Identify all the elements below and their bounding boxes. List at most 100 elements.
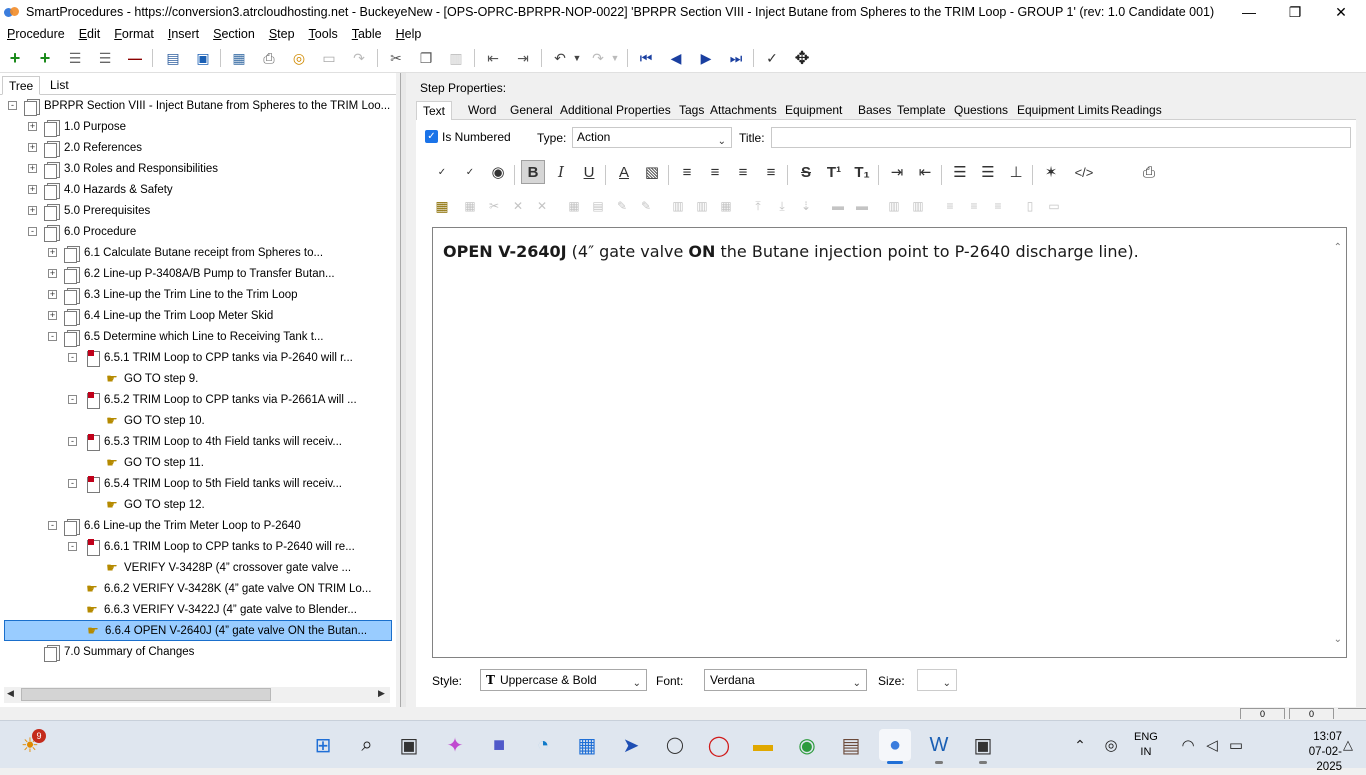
previous-step-icon[interactable]: ◀ [666,48,686,68]
collapse-icon[interactable]: - [28,227,37,236]
tree-item[interactable]: ☛ GO TO step 10. [4,410,384,431]
copy-icon[interactable]: ❐ [416,48,436,68]
tree-item[interactable]: - 6.6.1 TRIM Loop to CPP tanks to P-2640 … [4,536,384,557]
subscript-button[interactable]: T₁ [850,160,874,184]
align-center-icon[interactable]: ≡ [703,160,727,184]
insert-table-icon[interactable]: ▦ [430,194,454,218]
tree-item[interactable]: +1.0 Purpose [4,116,384,137]
open-icon[interactable]: ▤ [163,48,183,68]
menu-procedure[interactable]: Procedure [0,27,72,41]
font-color-icon[interactable]: A [612,160,636,184]
tab-equipment[interactable]: Equipment [779,101,848,121]
chevron-up-icon[interactable]: ⌃ [1064,729,1096,761]
redo-dropdown-icon[interactable]: ▼ [605,48,625,68]
delete-step-icon[interactable]: — [125,48,145,68]
magic-wand-icon[interactable]: ✶ [1039,160,1063,184]
tab-attachments[interactable]: Attachments [704,101,783,121]
minimize-button[interactable]: — [1226,0,1272,24]
expand-icon[interactable]: + [28,122,37,131]
procedure-tree[interactable]: - BPRPR Section VIII - Inject Butane from… [4,95,394,689]
tab-equipment-limits[interactable]: Equipment Limits [1011,101,1115,121]
scrollbar-thumb[interactable] [21,688,271,701]
tree-item[interactable]: - BPRPR Section VIII - Inject Butane from… [4,95,390,116]
collapse-icon[interactable]: - [68,395,77,404]
style-select[interactable]: T Uppercase & Bold ⌄ [480,669,647,691]
underline-button[interactable]: U [577,160,601,184]
chrome-icon[interactable]: ◉ [791,729,823,761]
network-status-icon[interactable]: ◎ [1095,729,1127,761]
first-step-icon[interactable]: ⏮ [636,48,656,68]
outdent-list-icon[interactable]: ☰ [65,48,85,68]
numbered-list-icon[interactable]: ☰ [976,160,1000,184]
tree-item[interactable]: 7.0 Summary of Changes [4,641,384,662]
superscript-button[interactable]: T¹ [822,160,846,184]
tree-item[interactable]: +5.0 Prerequisites [4,200,384,221]
tree-item[interactable]: +3.0 Roles and Responsibilities [4,158,384,179]
collapse-icon[interactable]: - [68,479,77,488]
decrease-indent-icon[interactable]: ⇤ [913,160,937,184]
word-icon[interactable]: W [923,729,955,764]
tree-item[interactable]: ☛ GO TO step 12. [4,494,384,515]
app-arrow-icon[interactable]: ➤ [615,729,647,761]
tree-item[interactable]: +6.4 Line-up the Trim Loop Meter Skid [4,305,384,326]
smartprocedures-taskbar-icon[interactable]: ● [879,729,911,764]
tree-item[interactable]: ☛ 6.6.2 VERIFY V-3428K (4” gate valve ON … [4,578,384,599]
collapse-icon[interactable]: - [8,101,17,110]
app-tool-icon[interactable]: ▤ [835,729,867,761]
collapse-icon[interactable]: - [48,332,57,341]
tree-item-selected[interactable]: ☛ 6.6.4 OPEN V-2640J (4” gate valve ON th… [4,620,392,641]
tab-tree[interactable]: Tree [2,76,41,95]
align-justify-icon[interactable]: ≡ [759,160,783,184]
preview-icon[interactable]: ▦ [229,48,249,68]
move-right-icon[interactable]: ⇥ [513,48,533,68]
bullet-list-icon[interactable]: ☰ [948,160,972,184]
font-select[interactable]: Verdana ⌄ [704,669,867,691]
step-text-content[interactable]: OPEN V-2640J (4″ gate valve ON the Butan… [443,242,1139,261]
fill-color-icon[interactable]: ▧ [640,160,664,184]
collapse-icon[interactable]: - [68,353,77,362]
increase-indent-icon[interactable]: ⇥ [885,160,909,184]
expand-icon[interactable]: + [48,248,57,257]
collapse-icon[interactable]: - [68,437,77,446]
tab-word[interactable]: Word [462,101,502,121]
expand-icon[interactable]: + [48,269,57,278]
battery-icon[interactable]: ▭ [1220,729,1252,761]
expand-icon[interactable]: + [28,206,37,215]
strikethrough-button[interactable]: S [794,160,818,184]
add-substep-icon[interactable]: + [35,48,55,68]
add-step-icon[interactable]: + [5,48,25,68]
remote-app-icon[interactable]: ▣ [967,729,999,764]
spellcheck-options-icon[interactable]: ✓ [458,160,482,184]
edge-icon[interactable]: ◔ [527,729,559,761]
print-preview-icon[interactable]: ⎙ [1137,160,1161,184]
search-icon[interactable]: ⌕ [351,729,383,761]
redo-page-icon[interactable]: ↷ [349,48,369,68]
print-icon[interactable]: ⎙ [259,48,279,68]
type-select[interactable]: Action ⌄ [572,127,732,148]
tree-item[interactable]: ☛ 6.6.3 VERIFY V-3422J (4” gate valve to … [4,599,384,620]
expand-icon[interactable]: + [28,185,37,194]
align-right-icon[interactable]: ≡ [731,160,755,184]
cut-icon[interactable]: ✂ [386,48,406,68]
tab-text[interactable]: Text [416,101,453,121]
menu-tools[interactable]: Tools [302,27,345,41]
store-icon[interactable]: ▦ [571,729,603,761]
language-indicator[interactable]: ENG IN [1134,730,1158,760]
menu-format[interactable]: Format [107,27,161,41]
italic-button[interactable]: I [549,160,573,184]
tree-item[interactable]: +6.1 Calculate Butane receipt from Spher… [4,242,384,263]
copilot-icon[interactable]: ✦ [439,729,471,761]
last-step-icon[interactable]: ⏭ [726,48,746,68]
is-numbered-checkbox[interactable]: ✓ [425,130,438,143]
collapse-icon[interactable]: - [48,521,57,530]
window-icon[interactable]: ▭ [319,48,339,68]
expand-icon[interactable]: + [28,164,37,173]
expand-icon[interactable]: + [48,290,57,299]
move-left-icon[interactable]: ⇤ [483,48,503,68]
tab-general[interactable]: General [504,101,559,121]
menu-insert[interactable]: Insert [161,27,206,41]
highlight-circle-icon[interactable]: ◉ [486,160,510,184]
tree-item[interactable]: - 6.5.2 TRIM Loop to CPP tanks via P-2661… [4,389,384,410]
tab-additional-properties[interactable]: Additional Properties [554,101,677,121]
tab-list[interactable]: List [44,76,75,95]
